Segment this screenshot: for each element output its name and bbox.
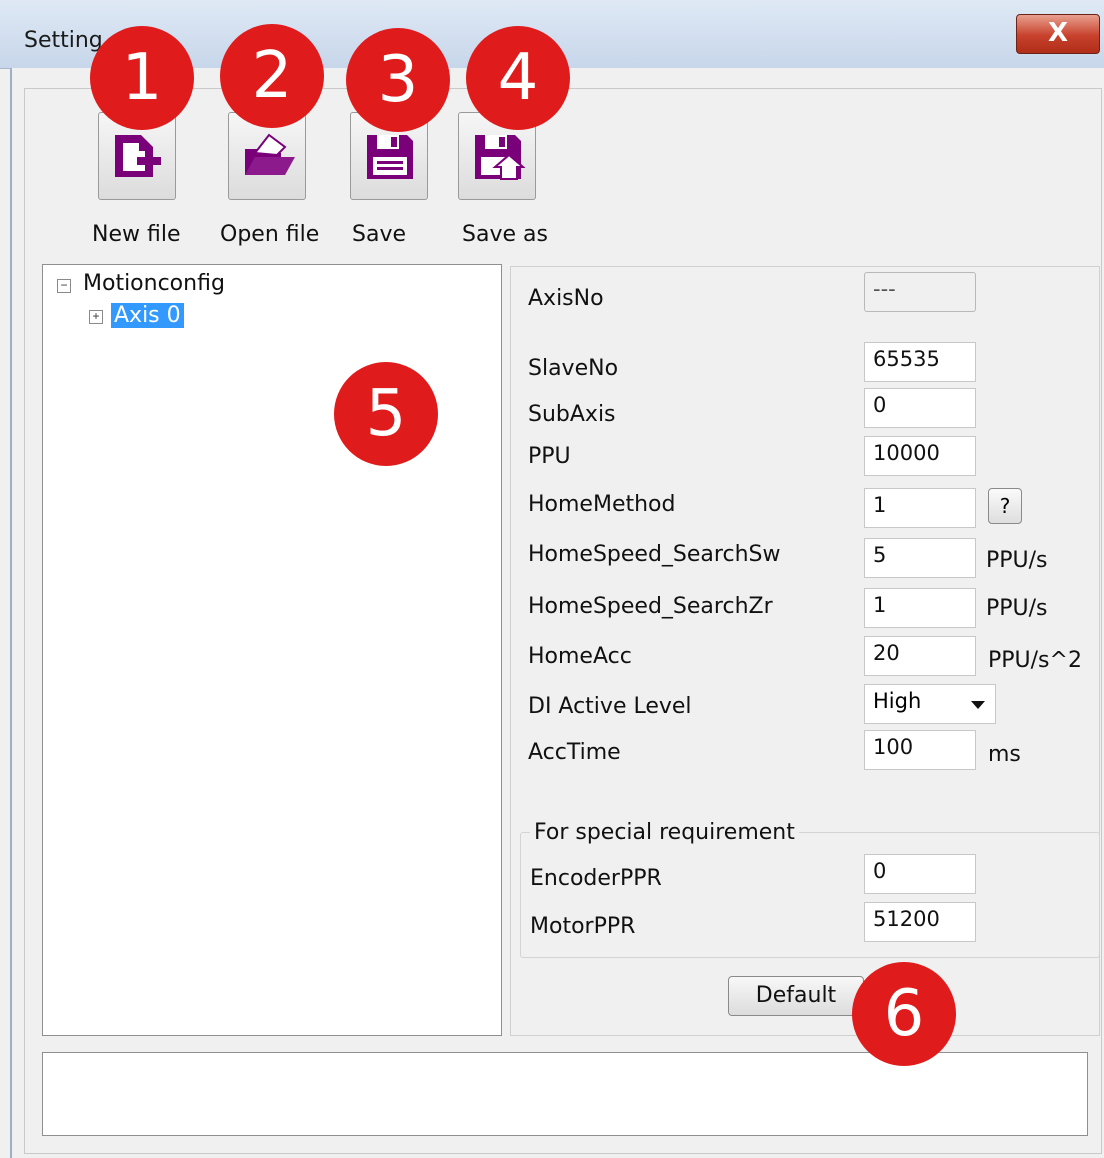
- dropdown-arrow-icon: [971, 701, 985, 709]
- ppu-label: PPU: [528, 444, 571, 469]
- expand-toggle[interactable]: +: [89, 310, 103, 324]
- encoder-ppr-label: EncoderPPR: [530, 866, 662, 891]
- sub-axis-field[interactable]: 0: [864, 388, 976, 428]
- encoder-ppr-field[interactable]: 0: [864, 854, 976, 894]
- home-acc-field[interactable]: 20: [864, 636, 976, 676]
- motor-ppr-field[interactable]: 51200: [864, 902, 976, 942]
- home-acc-unit: PPU/s^2: [988, 648, 1082, 673]
- callout-6: 6: [852, 962, 956, 1066]
- home-method-help-button[interactable]: ?: [988, 488, 1022, 524]
- callout-4: 4: [466, 26, 570, 130]
- sub-axis-label: SubAxis: [528, 402, 616, 427]
- window-title: Setting: [24, 28, 103, 53]
- close-button[interactable]: X: [1016, 14, 1100, 54]
- home-speed-searchzr-label: HomeSpeed_SearchZr: [528, 594, 773, 619]
- di-active-level-select[interactable]: High: [864, 684, 996, 724]
- collapse-toggle[interactable]: −: [57, 279, 71, 293]
- slave-no-label: SlaveNo: [528, 356, 619, 381]
- axis-no-label: AxisNo: [528, 286, 604, 311]
- open-folder-icon: [245, 133, 295, 175]
- axis-tree[interactable]: − Motionconfig + Axis 0: [42, 264, 502, 1036]
- callout-1: 1: [90, 26, 194, 130]
- slave-no-field[interactable]: 65535: [864, 342, 976, 382]
- new-file-icon: [115, 135, 161, 177]
- di-active-level-label: DI Active Level: [528, 694, 692, 719]
- home-method-label: HomeMethod: [528, 492, 676, 517]
- message-box[interactable]: [42, 1052, 1088, 1136]
- save-as-label: Save as: [462, 222, 548, 247]
- tree-item-axis-0[interactable]: Axis 0: [111, 303, 184, 328]
- save-as-icon: [475, 135, 525, 180]
- di-active-level-value: High: [873, 689, 922, 713]
- special-requirement-group: [520, 832, 1100, 958]
- new-file-label: New file: [92, 222, 181, 247]
- home-speed-searchsw-label: HomeSpeed_SearchSw: [528, 542, 781, 567]
- home-method-field[interactable]: 1: [864, 488, 976, 528]
- axis-no-field: ---: [864, 272, 976, 312]
- home-speed-searchsw-unit: PPU/s: [986, 548, 1048, 573]
- acc-time-label: AccTime: [528, 740, 621, 765]
- default-button[interactable]: Default: [728, 976, 864, 1016]
- save-icon: [367, 135, 413, 179]
- callout-5: 5: [334, 362, 438, 466]
- motor-ppr-label: MotorPPR: [530, 914, 636, 939]
- home-speed-searchsw-field[interactable]: 5: [864, 538, 976, 578]
- save-label: Save: [352, 222, 407, 247]
- settings-window: Setting X New file Open file Save Save a…: [0, 0, 1104, 1158]
- acc-time-field[interactable]: 100: [864, 730, 976, 770]
- ppu-field[interactable]: 10000: [864, 436, 976, 476]
- callout-3: 3: [346, 28, 450, 132]
- callout-2: 2: [220, 24, 324, 128]
- home-speed-searchzr-field[interactable]: 1: [864, 588, 976, 628]
- home-acc-label: HomeAcc: [528, 644, 632, 669]
- home-speed-searchzr-unit: PPU/s: [986, 596, 1048, 621]
- special-requirement-title: For special requirement: [530, 820, 799, 845]
- tree-item-motionconfig[interactable]: Motionconfig: [83, 271, 225, 296]
- open-file-label: Open file: [220, 222, 320, 247]
- acc-time-unit: ms: [988, 742, 1021, 767]
